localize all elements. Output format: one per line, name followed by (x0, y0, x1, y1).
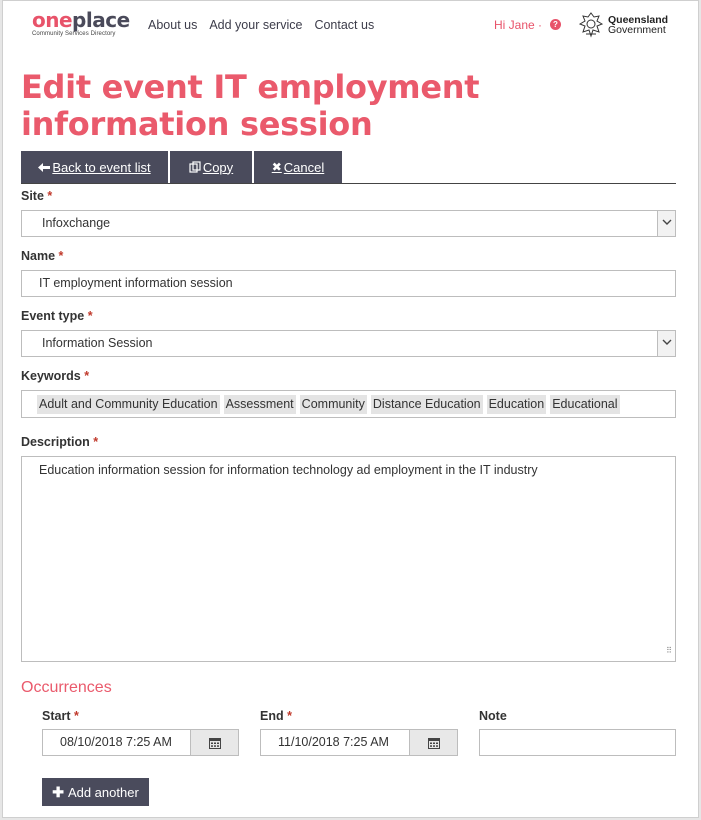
calendar-icon[interactable] (190, 730, 238, 755)
logo-part-place: place (72, 8, 130, 32)
note-input[interactable] (479, 729, 676, 756)
action-toolbar: Back to event list Copy ✖ Cancel (21, 151, 676, 184)
chevron-down-icon[interactable] (657, 331, 675, 356)
start-datetime-input[interactable]: 08/10/2018 7:25 AM (43, 730, 191, 755)
user-greeting[interactable]: Hi Jane · (494, 18, 542, 32)
required-mark: * (84, 369, 90, 383)
back-to-event-list-button[interactable]: Back to event list (21, 151, 168, 183)
site-select-value: Infoxchange (42, 216, 111, 230)
site-select[interactable]: Infoxchange (21, 210, 676, 237)
required-mark: * (93, 435, 99, 449)
keyword-tag[interactable]: Community (299, 395, 367, 414)
logo-subtitle: Community Services Directory (32, 31, 116, 37)
keywords-label: Keywords * (21, 369, 89, 383)
oneplace-logo[interactable]: oneplace Community Services Directory (32, 10, 130, 37)
keyword-tag[interactable]: Education (486, 395, 547, 414)
end-datetime-field: 11/10/2018 7:25 AM (260, 729, 458, 756)
end-datetime-input[interactable]: 11/10/2018 7:25 AM (261, 730, 409, 755)
add-another-label: Add another (67, 784, 139, 800)
nav-contact-us[interactable]: Contact us (314, 18, 374, 32)
keyword-tag[interactable]: Assessment (223, 395, 296, 414)
main-nav: About us Add your service Contact us (148, 18, 374, 32)
description-label-text: Description (21, 435, 90, 449)
gov-text: Queensland Government (608, 15, 668, 36)
resize-handle-icon[interactable]: ⠿ (666, 643, 672, 659)
copy-icon (189, 161, 201, 173)
end-label: End * (260, 709, 292, 723)
note-label: Note (479, 709, 507, 723)
nav-about-us[interactable]: About us (148, 18, 197, 32)
event-type-label-text: Event type (21, 309, 85, 323)
gov-line-2: Government (608, 24, 666, 36)
name-input[interactable]: IT employment information session (21, 270, 676, 297)
required-mark: * (87, 309, 93, 323)
copy-label: Copy (202, 159, 234, 175)
copy-button[interactable]: Copy (170, 151, 252, 183)
nav-add-your-service[interactable]: Add your service (209, 18, 302, 32)
crest-icon (578, 12, 604, 38)
arrow-left-icon (38, 162, 51, 172)
site-header: oneplace Community Services Directory Ab… (3, 1, 698, 51)
name-label: Name * (21, 249, 63, 263)
keywords-label-text: Keywords (21, 369, 81, 383)
page: oneplace Community Services Directory Ab… (2, 0, 699, 818)
required-mark: * (58, 249, 64, 263)
calendar-icon[interactable] (409, 730, 457, 755)
required-mark: * (73, 709, 79, 723)
plus-icon: ✚ (52, 783, 64, 800)
start-label: Start * (42, 709, 79, 723)
page-title: Edit event IT employment information ses… (21, 68, 480, 143)
close-icon: ✖ (271, 160, 282, 174)
start-datetime-field: 08/10/2018 7:25 AM (42, 729, 239, 756)
end-label-text: End (260, 709, 284, 723)
start-label-text: Start (42, 709, 71, 723)
name-label-text: Name (21, 249, 56, 263)
required-mark: * (47, 189, 53, 203)
event-type-select-value: Information Session (42, 336, 153, 350)
keyword-tag[interactable]: Distance Education (370, 395, 483, 414)
site-label-text: Site (21, 189, 44, 203)
required-mark: * (287, 709, 292, 723)
keywords-input[interactable]: Adult and Community Education Assessment… (21, 390, 676, 418)
help-icon[interactable]: ? (550, 19, 561, 30)
site-label: Site * (21, 189, 52, 203)
logo-part-one: one (32, 8, 73, 32)
chevron-down-icon[interactable] (657, 211, 675, 236)
keyword-tag[interactable]: Adult and Community Education (37, 395, 220, 414)
add-another-button[interactable]: ✚ Add another (42, 778, 149, 806)
keyword-tag[interactable]: Educational (550, 395, 620, 414)
occurrences-heading: Occurrences (21, 679, 112, 696)
back-label: Back to event list (52, 159, 151, 175)
cancel-button[interactable]: ✖ Cancel (254, 151, 342, 183)
cancel-label: Cancel (283, 159, 325, 175)
description-textarea[interactable]: Education information session for inform… (21, 456, 676, 662)
event-type-label: Event type * (21, 309, 93, 323)
description-text: Education information session for inform… (39, 463, 538, 477)
description-label: Description * (21, 435, 98, 449)
event-type-select[interactable]: Information Session (21, 330, 676, 357)
logo-wordmark: oneplace (32, 10, 130, 30)
queensland-government-logo: Queensland Government (577, 11, 668, 39)
